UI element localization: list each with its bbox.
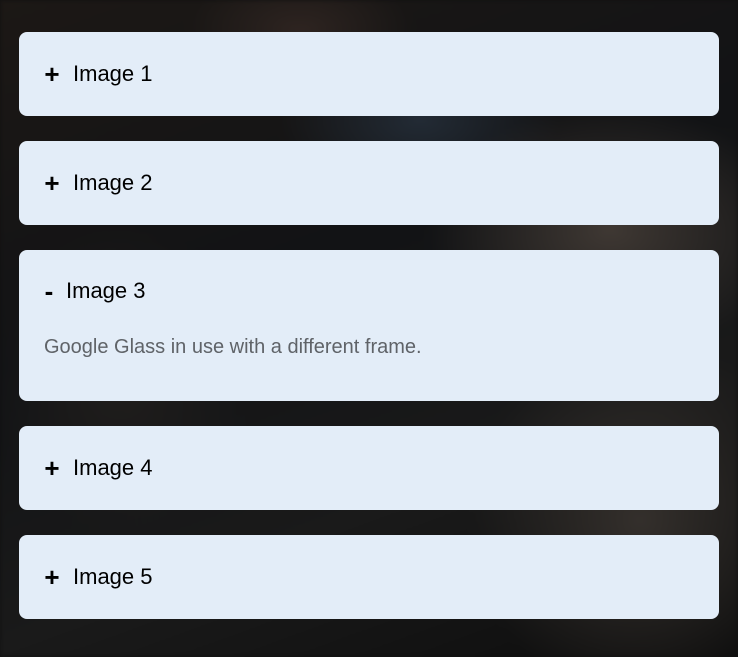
accordion-header-image-3[interactable]: - Image 3 xyxy=(19,250,719,332)
accordion-title: Image 3 xyxy=(66,278,146,303)
accordion-header-image-5[interactable]: + Image 5 xyxy=(19,535,719,619)
accordion-header-image-1[interactable]: + Image 1 xyxy=(19,32,719,116)
accordion-title: Image 4 xyxy=(73,455,153,480)
accordion-item-image-3: - Image 3 Google Glass in use with a dif… xyxy=(19,250,719,401)
accordion-header-image-2[interactable]: + Image 2 xyxy=(19,141,719,225)
minus-icon: - xyxy=(44,276,54,306)
accordion-title: Image 1 xyxy=(73,61,153,86)
plus-icon: + xyxy=(44,168,60,198)
accordion-item-image-4: + Image 4 xyxy=(19,426,719,510)
image-accordion: + Image 1 + Image 2 - Image 3 Google Gla… xyxy=(19,32,719,644)
accordion-title: Image 2 xyxy=(73,170,153,195)
plus-icon: + xyxy=(44,59,60,89)
accordion-item-image-5: + Image 5 xyxy=(19,535,719,619)
accordion-header-image-4[interactable]: + Image 4 xyxy=(19,426,719,510)
accordion-panel-caption: Google Glass in use with a different fra… xyxy=(44,336,422,358)
accordion-title: Image 5 xyxy=(73,564,153,589)
accordion-item-image-1: + Image 1 xyxy=(19,32,719,116)
plus-icon: + xyxy=(44,453,60,483)
plus-icon: + xyxy=(44,562,60,592)
accordion-item-image-2: + Image 2 xyxy=(19,141,719,225)
